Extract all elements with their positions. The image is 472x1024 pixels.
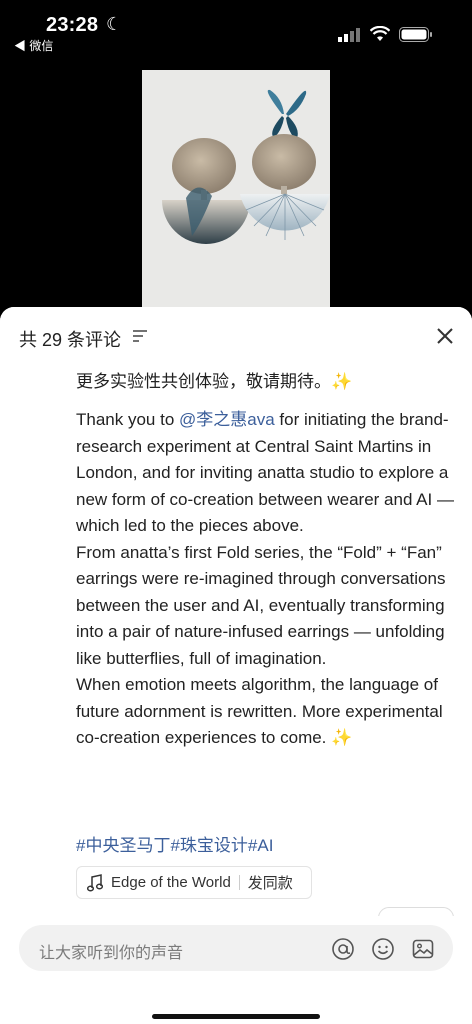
- clock: 23:28: [46, 14, 99, 36]
- comments-header: 共 29 条评论: [0, 307, 472, 365]
- emoji-icon[interactable]: [371, 937, 395, 961]
- post-body: Thank you to @李之惠ava for initiating the …: [76, 407, 454, 752]
- post-text-cn-tail: 更多实验性共创体验，敬请期待。✨: [76, 372, 353, 391]
- status-bar: 23:28 ☾ ◀ 微信: [0, 0, 472, 58]
- comment-input-placeholder: 让大家听到你的声音: [39, 945, 184, 962]
- comments-sheet: 共 29 条评论 更多实验性共创体验，敬请期待。✨ Thank you to @…: [0, 307, 472, 1024]
- hashtag-links[interactable]: #中央圣马丁#珠宝设计#AI: [76, 831, 273, 856]
- user-mention-link[interactable]: @李之惠ava: [179, 410, 275, 429]
- music-chip[interactable]: Edge of the World 发同款: [76, 866, 312, 899]
- use-same-music-button[interactable]: 发同款: [248, 872, 293, 893]
- close-icon[interactable]: [434, 325, 456, 347]
- image-picker-icon[interactable]: [411, 937, 435, 961]
- home-indicator: [152, 1014, 320, 1019]
- song-title: Edge of the World: [111, 874, 231, 891]
- cellular-signal-icon: [338, 28, 360, 42]
- chip-divider: [238, 875, 240, 890]
- earrings-image: [142, 70, 330, 314]
- wifi-icon: [370, 26, 390, 41]
- back-to-app-link[interactable]: ◀ 微信: [14, 37, 53, 54]
- mention-at-icon[interactable]: [331, 937, 355, 961]
- sort-filter-icon[interactable]: [132, 329, 148, 343]
- moon-icon: ☾: [106, 14, 123, 34]
- comment-input-bar: 让大家听到你的声音: [0, 916, 472, 1024]
- post-paragraph-3: When emotion meets algorithm, the langua…: [76, 675, 443, 747]
- post-photo[interactable]: [142, 70, 330, 314]
- comment-count-title: 共 29 条评论: [19, 330, 122, 350]
- battery-icon: [399, 27, 432, 42]
- music-note-icon: [87, 873, 103, 891]
- post-paragraph-2: From anatta’s first Fold series, the “Fo…: [76, 542, 446, 668]
- comment-input[interactable]: 让大家听到你的声音: [19, 925, 453, 971]
- thanks-prefix: Thank you to: [76, 410, 180, 429]
